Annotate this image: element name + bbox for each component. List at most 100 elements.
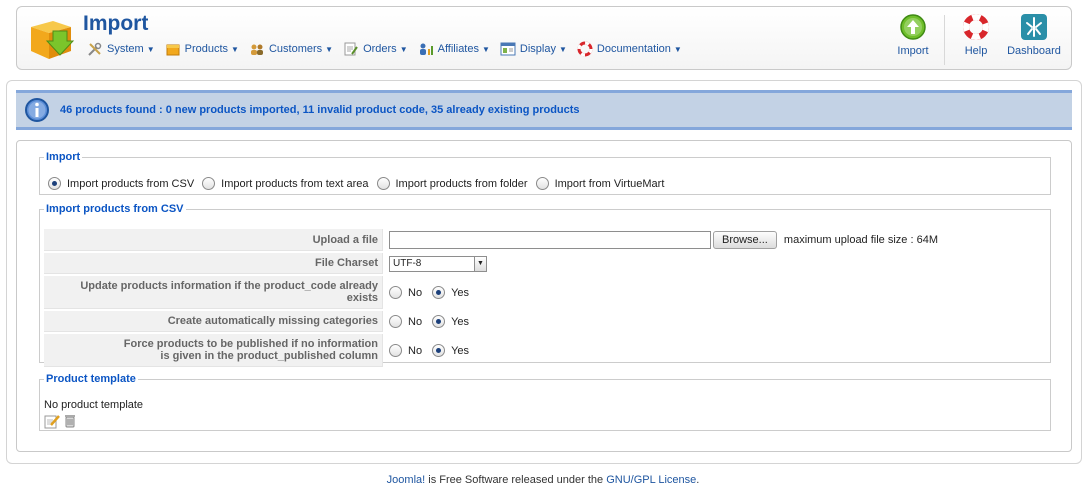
- menu-products-label: Products: [184, 43, 229, 55]
- main-menu: System ▼ Products ▼ Customers ▼ Orders ▼ Aff…: [87, 41, 692, 57]
- radio-button[interactable]: [389, 344, 402, 357]
- edit-icon[interactable]: [44, 413, 60, 432]
- create-categories-no-option[interactable]: No: [389, 315, 422, 328]
- create-categories-row: Create automatically missing categories …: [44, 311, 944, 332]
- trash-icon[interactable]: [64, 414, 76, 431]
- force-publish-label: Force products to be published if no inf…: [44, 334, 383, 367]
- upload-label: Upload a file: [44, 229, 383, 251]
- users-icon: [250, 44, 263, 55]
- message-text: 46 products found : 0 new products impor…: [60, 104, 580, 116]
- menu-system-label: System: [107, 43, 144, 55]
- menu-display-label: Display: [519, 43, 556, 55]
- chevron-down-icon: ▼: [146, 44, 155, 54]
- import-fieldset: Import Import products from CSV Import p…: [39, 151, 1051, 195]
- no-label: No: [408, 344, 423, 357]
- menu-products[interactable]: Products ▼: [165, 41, 239, 57]
- force-publish-yes-option[interactable]: Yes: [432, 344, 469, 357]
- radio-button[interactable]: [48, 177, 61, 190]
- update-label: Update products information if the produ…: [44, 276, 383, 309]
- dashboard-button[interactable]: Dashboard: [1005, 13, 1063, 65]
- menu-customers[interactable]: Customers ▼: [249, 41, 333, 57]
- radio-button[interactable]: [432, 286, 446, 299]
- radio-button[interactable]: [389, 286, 402, 299]
- option-import-csv[interactable]: Import products from CSV: [48, 177, 194, 190]
- create-categories-yes-option[interactable]: Yes: [432, 315, 469, 328]
- option-label: Import from VirtueMart: [554, 177, 665, 190]
- footer: Joomla! is Free Software released under …: [0, 474, 1086, 486]
- system-message: 46 products found : 0 new products impor…: [16, 90, 1072, 130]
- lifebuoy-icon: [577, 41, 593, 57]
- chevron-down-icon: ▼: [474, 256, 486, 271]
- menu-documentation-label: Documentation: [596, 43, 671, 55]
- page-title: Import: [83, 12, 149, 35]
- dashboard-logo-icon: [1021, 14, 1047, 40]
- yes-label: Yes: [451, 344, 470, 357]
- menu-system[interactable]: System ▼: [87, 41, 155, 57]
- no-label: No: [408, 315, 423, 328]
- template-fieldset: Product template No product template: [39, 373, 1051, 431]
- template-actions: [44, 413, 80, 432]
- menu-orders[interactable]: Orders ▼: [343, 41, 408, 57]
- update-cell: No Yes: [383, 276, 944, 309]
- upload-cell: Browse... maximum upload file size : 64M: [383, 229, 944, 251]
- template-legend: Product template: [46, 373, 136, 385]
- help-button[interactable]: Help: [947, 13, 1005, 65]
- radio-button[interactable]: [202, 177, 216, 190]
- force-publish-no-option[interactable]: No: [389, 344, 422, 357]
- import-button[interactable]: Import: [884, 13, 942, 65]
- force-publish-row: Force products to be published if no inf…: [44, 334, 944, 367]
- file-path-input[interactable]: [389, 231, 711, 249]
- browse-button[interactable]: Browse...: [713, 231, 777, 249]
- chevron-down-icon: ▼: [673, 44, 682, 54]
- option-label: Import products from text area: [221, 177, 369, 190]
- people-chart-icon: [419, 43, 433, 55]
- radio-button[interactable]: [432, 315, 446, 328]
- update-yes-option[interactable]: Yes: [432, 286, 469, 299]
- upload-row: Upload a file Browse... maximum upload f…: [44, 229, 944, 251]
- radio-button[interactable]: [432, 344, 446, 357]
- csv-legend: Import products from CSV: [46, 203, 184, 215]
- option-label: Import products from folder: [395, 177, 528, 190]
- charset-cell: UTF-8 ▼: [383, 253, 944, 274]
- dashboard-button-label: Dashboard: [1007, 45, 1061, 57]
- option-import-textarea[interactable]: Import products from text area: [202, 177, 369, 190]
- menu-customers-label: Customers: [268, 43, 323, 55]
- update-no-option[interactable]: No: [389, 286, 422, 299]
- main-panel: Import Import products from CSV Import p…: [16, 140, 1072, 452]
- toolbar: Import Help Dashboard: [884, 13, 1063, 65]
- radio-button[interactable]: [535, 177, 549, 190]
- create-categories-cell: No Yes: [383, 311, 944, 332]
- update-row: Update products information if the produ…: [44, 276, 944, 309]
- option-import-virtuemart[interactable]: Import from VirtueMart: [535, 177, 665, 190]
- force-publish-label-line2: is given in the product_published column: [160, 350, 378, 362]
- gpl-license-link[interactable]: GNU/GPL License: [606, 474, 696, 486]
- radio-button[interactable]: [389, 315, 402, 328]
- import-type-options: Import products from CSV Import products…: [48, 177, 672, 190]
- toolbar-divider: [944, 15, 945, 65]
- import-button-label: Import: [897, 45, 929, 57]
- force-publish-label-line1: Force products to be published if no inf…: [123, 338, 378, 350]
- wrench-screwdriver-icon: [88, 42, 102, 56]
- footer-text: is Free Software released under the: [425, 474, 607, 486]
- menu-affiliates-label: Affiliates: [437, 43, 479, 55]
- force-publish-cell: No Yes: [383, 334, 944, 367]
- menu-affiliates[interactable]: Affiliates ▼: [418, 41, 490, 57]
- chevron-down-icon: ▼: [231, 44, 239, 54]
- info-icon: [25, 98, 49, 122]
- charset-select[interactable]: UTF-8 ▼: [389, 255, 487, 272]
- chevron-down-icon: ▼: [325, 44, 334, 54]
- help-button-label: Help: [964, 45, 988, 57]
- joomla-link[interactable]: Joomla!: [387, 474, 426, 486]
- charset-label: File Charset: [44, 253, 383, 274]
- create-categories-label: Create automatically missing categories: [44, 311, 383, 332]
- yes-label: Yes: [451, 286, 470, 299]
- menu-documentation[interactable]: Documentation ▼: [577, 41, 682, 57]
- menu-orders-label: Orders: [363, 43, 397, 55]
- radio-button[interactable]: [376, 177, 390, 190]
- option-import-folder[interactable]: Import products from folder: [376, 177, 528, 190]
- import-box-logo-icon: [27, 13, 75, 63]
- no-label: No: [408, 286, 423, 299]
- window-icon: [500, 42, 516, 56]
- menu-display[interactable]: Display ▼: [500, 41, 567, 57]
- charset-row: File Charset UTF-8 ▼: [44, 253, 944, 274]
